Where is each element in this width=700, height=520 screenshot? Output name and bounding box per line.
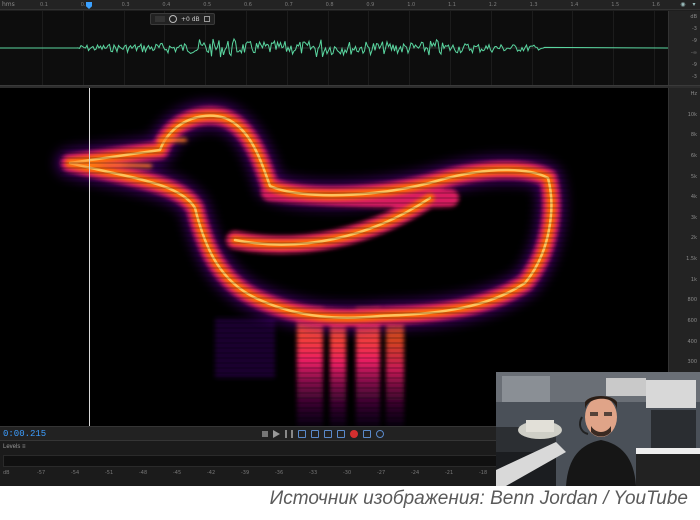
meter-scale-label: dB: [3, 470, 10, 476]
webcam-overlay: [496, 372, 700, 486]
frequency-label: 400: [687, 338, 697, 345]
meter-scale-label: -24: [411, 470, 420, 476]
pin-icon[interactable]: [203, 16, 210, 22]
meter-scale-label: -21: [445, 470, 454, 476]
ruler-tick-label: 1.3: [529, 2, 538, 8]
meter-scale-label: -30: [343, 470, 352, 476]
playback-cursor[interactable]: [89, 88, 90, 426]
zoom-icon[interactable]: ◉: [679, 1, 687, 9]
frequency-label: 2k: [690, 235, 697, 242]
meter-scale-label: -51: [105, 470, 114, 476]
meter-scale-label: -42: [207, 470, 216, 476]
frequency-label: Hz: [690, 91, 697, 97]
loop-icon[interactable]: [376, 430, 384, 438]
waveform-panel[interactable]: +0 dB: [0, 11, 668, 85]
meter-scale-label: -48: [139, 470, 148, 476]
frequency-label: 3k: [690, 214, 697, 221]
frequency-label: 10k: [687, 111, 697, 118]
play-icon[interactable]: [273, 430, 280, 438]
frequency-label: 800: [687, 297, 697, 304]
ruler-tick-label: 1.2: [488, 2, 497, 8]
meter-scale-label: -33: [309, 470, 318, 476]
waveform-graph: [0, 37, 668, 58]
amplitude-label: -9: [692, 62, 697, 68]
amplitude-label: -∞: [691, 50, 697, 56]
ruler-unit: hms: [2, 1, 15, 8]
ruler-tick-label: 0.5: [203, 2, 212, 8]
amplitude-label: -9: [692, 38, 697, 44]
hud-gain-value: +0 dB: [181, 15, 200, 23]
meter-scale-label: -18: [479, 470, 488, 476]
meter-scale-label: -27: [377, 470, 386, 476]
skip-forward-icon[interactable]: [337, 430, 345, 438]
time-ruler[interactable]: hms 0.1 0.2 0.3 0.4 0.5 0.6 0.7 0.8 0.9 1.0 1.1 1.2…: [0, 0, 700, 10]
amplitude-label: -3: [692, 74, 697, 80]
hud-separator: [155, 16, 165, 22]
record-icon[interactable]: [350, 430, 358, 438]
pause-icon[interactable]: [285, 430, 293, 438]
frequency-label: 5k: [690, 173, 697, 180]
ruler-tick-label: 0.3: [121, 2, 130, 8]
amplitude-label: -3: [692, 26, 697, 32]
ruler-tick-label: 1.6: [652, 2, 660, 8]
meter-scale-label: -54: [71, 470, 80, 476]
levels-label: Levels ≡: [3, 444, 26, 450]
amplitude-scale: dB -3 -9 -∞ -9 -3: [668, 11, 700, 85]
ruler-tick-label: 0.6: [244, 2, 252, 8]
meter-scale-label: -39: [241, 470, 250, 476]
ruler-tick-label: 0.9: [366, 2, 375, 8]
frequency-label: 8k: [690, 132, 697, 139]
ruler-tick-label: 0.4: [162, 2, 171, 8]
ruler-tick-label: 1.0: [407, 2, 416, 8]
fast-forward-icon[interactable]: [324, 430, 332, 438]
frequency-label: 1.5k: [686, 256, 697, 262]
ruler-tick-label: 0.1: [40, 2, 48, 8]
ruler-tick-label: 0.8: [325, 2, 334, 8]
ruler-tick-label: 1.5: [611, 2, 620, 8]
hud-panel[interactable]: +0 dB: [150, 13, 215, 25]
amplitude-label: dB: [690, 14, 697, 20]
settings-icon[interactable]: ▾: [690, 1, 698, 9]
frequency-label: 6k: [690, 152, 697, 159]
meter-scale-label: -36: [275, 470, 284, 476]
skip-back-icon[interactable]: [298, 430, 306, 438]
rewind-icon[interactable]: [311, 430, 319, 438]
meter-scale-label: -45: [173, 470, 182, 476]
ruler-tick-label: 1.1: [448, 2, 456, 8]
frequency-label: 1k: [690, 276, 697, 283]
ruler-tick-label: 1.4: [570, 2, 579, 8]
frequency-label: 4k: [690, 194, 697, 201]
presenter-video: [496, 372, 700, 486]
time-display: 0:00.215: [3, 429, 47, 439]
gain-knob-icon[interactable]: [169, 15, 177, 23]
meter-scale-label: -57: [37, 470, 46, 476]
skip-selection-icon[interactable]: [363, 430, 371, 438]
image-source-caption: Источник изображения: Benn Jordan / YouT…: [269, 488, 688, 509]
ruler-tick-label: 0.7: [284, 2, 293, 8]
frequency-label: 300: [687, 359, 697, 366]
stop-icon[interactable]: [262, 431, 268, 437]
frequency-label: 600: [687, 317, 697, 324]
